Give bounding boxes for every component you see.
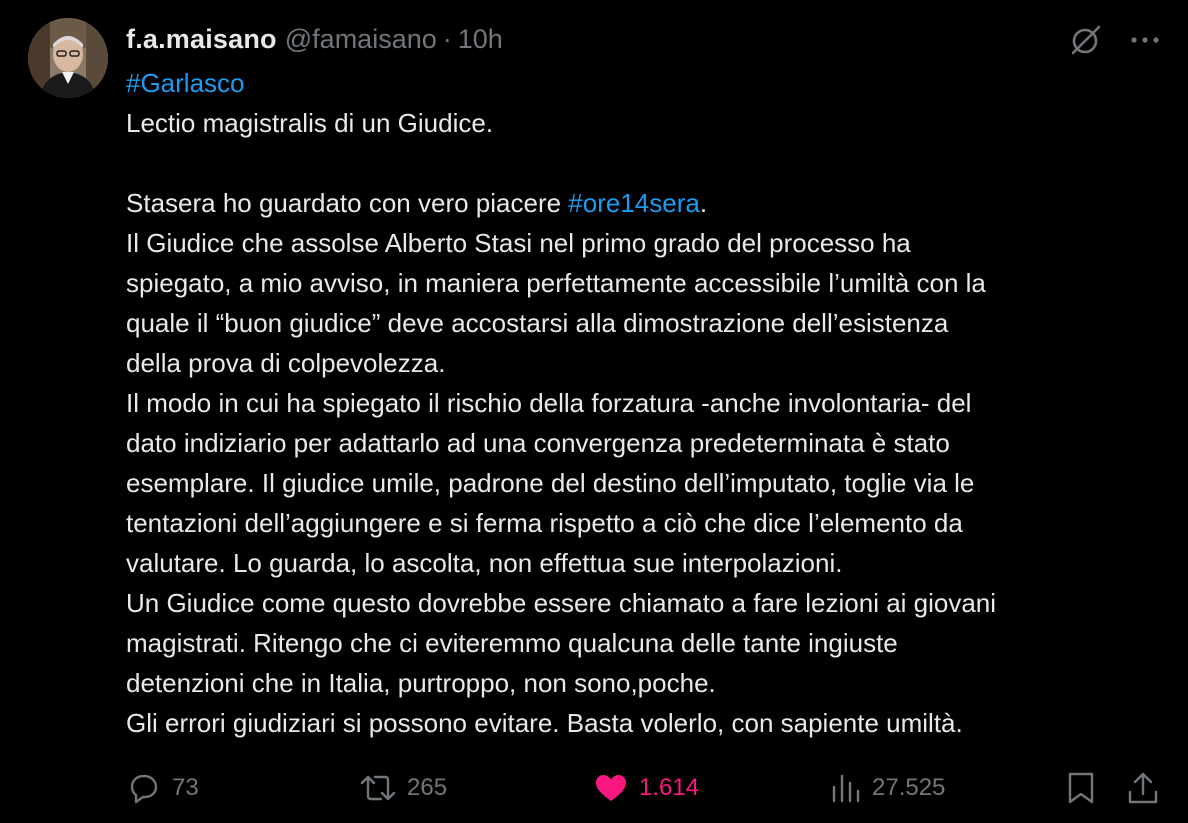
avatar[interactable] — [28, 18, 108, 98]
tweet-text: #Garlasco Lectio magistralis di un Giudi… — [126, 63, 1166, 743]
tweet-line: Lectio magistralis di un Giudice. — [126, 108, 494, 138]
tweet-timestamp[interactable]: 10h — [458, 24, 503, 55]
tweet-line: Gli errori giudiziari si possono evitare… — [126, 708, 963, 738]
tweet-top-actions — [1068, 22, 1160, 58]
tweet-line: esemplare. Il giudice umile, padrone del… — [126, 468, 975, 498]
profile-photo-icon — [28, 18, 108, 98]
bookmark-icon — [1068, 772, 1094, 804]
reply-count: 73 — [172, 774, 199, 801]
grok-icon — [1071, 25, 1101, 55]
tweet-line: Il modo in cui ha spiegato il rischio de… — [126, 388, 972, 418]
tweet-line: Il Giudice che assolse Alberto Stasi nel… — [126, 228, 911, 258]
reply-button[interactable]: 73 — [126, 766, 199, 810]
tweet-line: quale il “buon giudice” deve accostarsi … — [126, 308, 949, 338]
share-icon — [1128, 772, 1158, 804]
views-count: 27.525 — [872, 774, 946, 801]
like-button[interactable]: 1.614 — [593, 766, 699, 810]
tweet-action-bar: 73 265 1.614 27.525 — [126, 766, 1166, 810]
views-icon — [832, 774, 860, 803]
tweet-line: della prova di colpevolezza. — [126, 348, 446, 378]
tweet-line: magistrati. Ritengo che ci eviteremmo qu… — [126, 628, 898, 658]
hashtag-link[interactable]: #Garlasco — [126, 68, 245, 98]
reply-icon — [130, 774, 158, 804]
grok-button[interactable] — [1068, 22, 1104, 58]
tweet-line: Un Giudice come questo dovrebbe essere c… — [126, 588, 997, 618]
heart-filled-icon — [596, 775, 626, 801]
tweet-line: detenzioni che in Italia, purtroppo, non… — [126, 668, 716, 698]
tweet-text-segment: Stasera ho guardato con vero piacere — [126, 188, 569, 218]
bookmark-button[interactable] — [1064, 766, 1098, 810]
more-button[interactable] — [1130, 35, 1160, 45]
author-display-name[interactable]: f.a.maisano — [126, 24, 277, 55]
tweet-header: f.a.maisano @famaisano · 10h — [126, 20, 503, 58]
repost-button[interactable]: 265 — [359, 766, 447, 810]
tweet-line: valutare. Lo guarda, lo ascolta, non eff… — [126, 548, 843, 578]
author-handle[interactable]: @famaisano — [285, 24, 437, 55]
share-button[interactable] — [1126, 766, 1160, 810]
header-separator: · — [442, 23, 452, 54]
repost-icon — [360, 775, 396, 801]
more-icon — [1131, 37, 1159, 43]
tweet-line: spiegato, a mio avviso, in maniera perfe… — [126, 268, 986, 298]
tweet-line: tentazioni dell’aggiungere e si ferma ri… — [126, 508, 963, 538]
repost-count: 265 — [407, 774, 448, 801]
tweet-line: dato indiziario per adattarlo ad una con… — [126, 428, 950, 458]
like-count: 1.614 — [639, 774, 700, 801]
tweet-text-segment: . — [699, 188, 708, 218]
tweet-line: Stasera ho guardato con vero piacere #or… — [126, 183, 1166, 223]
hashtag-link[interactable]: #ore14sera — [568, 188, 700, 218]
views-button[interactable]: 27.525 — [830, 766, 945, 810]
